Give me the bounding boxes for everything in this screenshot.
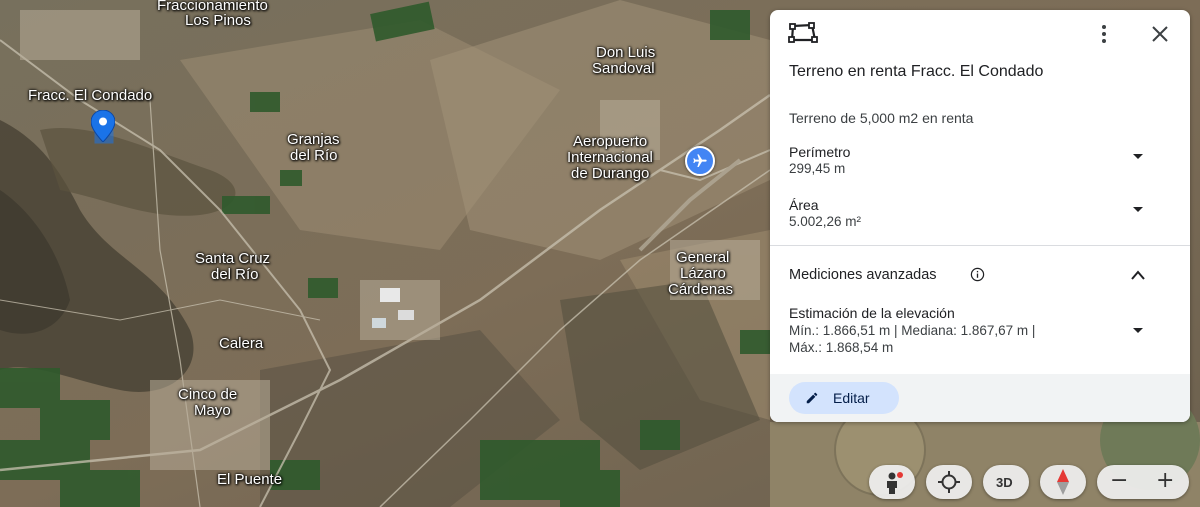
perimeter-label: Perímetro <box>789 144 851 160</box>
divider <box>770 245 1190 246</box>
map-label: Mayo <box>194 402 231 419</box>
map-label: Sandoval <box>592 60 655 77</box>
view-3d-label: 3D <box>996 475 1013 490</box>
airport-icon[interactable] <box>685 146 715 176</box>
area-label: Área <box>789 197 819 213</box>
map-label: del Río <box>211 266 259 283</box>
map-label: El Puente <box>217 471 283 488</box>
building <box>380 288 400 302</box>
elevation-block: Estimación de la elevación Mín.: 1.866,5… <box>789 305 1035 356</box>
panel-description: Terreno de 5,000 m2 en renta <box>789 110 974 126</box>
map-label: de Durango <box>571 165 650 182</box>
map-label: Los Pinos <box>185 12 251 29</box>
elevation-values: Mín.: 1.866,51 m | Mediana: 1.867,67 m | <box>789 323 1036 338</box>
zoom-in-button[interactable]: + <box>1143 465 1189 499</box>
panel-title: Terreno en renta Fracc. El Condado <box>789 63 1044 80</box>
more-vert-icon[interactable] <box>1092 22 1116 46</box>
my-location-button[interactable] <box>926 465 972 499</box>
close-icon[interactable] <box>1148 22 1172 46</box>
map-label: Aeropuerto <box>573 133 648 150</box>
polygon-icon <box>788 22 818 43</box>
map-label: Granjas <box>287 131 340 148</box>
chevron-down-icon[interactable] <box>1131 205 1145 215</box>
chevron-down-icon[interactable] <box>1131 152 1145 162</box>
edit-label: Editar <box>833 390 870 406</box>
map-label: Internacional <box>567 149 653 166</box>
compass-button[interactable] <box>1040 465 1086 499</box>
pegman-button[interactable] <box>869 465 915 499</box>
map-label: Cinco de <box>178 386 238 403</box>
edit-button[interactable]: Editar <box>789 382 899 414</box>
zoom-in-label: + <box>1156 468 1175 493</box>
zoom-out-button[interactable]: − <box>1097 465 1143 499</box>
zoom-out-label: − <box>1110 468 1129 493</box>
zoom-control: − + <box>1097 465 1189 499</box>
perimeter-row[interactable]: Perímetro 299,45 m <box>770 144 1190 180</box>
chevron-down-icon[interactable] <box>1131 326 1145 336</box>
building <box>372 318 386 328</box>
elevation-max: Máx.: 1.868,54 m <box>789 340 894 355</box>
map-label: del Río <box>290 147 338 164</box>
panel-footer: Editar <box>770 374 1190 422</box>
pegman-icon <box>887 472 903 494</box>
perimeter-value: 299,45 m <box>789 161 846 176</box>
map-label: Santa Cruz <box>195 250 271 267</box>
map-label: Lázaro <box>680 265 726 282</box>
locate-icon <box>938 471 960 493</box>
map-label: Don Luis <box>596 44 656 61</box>
map-label: General <box>676 249 730 266</box>
info-icon[interactable] <box>970 267 985 282</box>
location-pin-icon[interactable] <box>91 110 115 142</box>
chevron-up-icon[interactable] <box>1130 269 1146 281</box>
building <box>398 310 414 320</box>
pencil-icon <box>806 392 818 404</box>
elevation-label: Estimación de la elevación <box>789 305 955 321</box>
panel-header <box>770 10 1190 58</box>
advanced-measurements-label: Mediciones avanzadas <box>789 267 937 283</box>
view-3d-button[interactable]: 3D <box>983 465 1029 499</box>
map-label: Fracc. El Condado <box>28 87 153 104</box>
area-value: 5.002,26 m² <box>789 214 862 229</box>
map-label: Calera <box>219 335 264 352</box>
area-row[interactable]: Área 5.002,26 m² <box>770 197 1190 233</box>
compass-icon <box>1057 469 1069 495</box>
feature-panel: Terreno en renta Fracc. El Condado Terre… <box>770 10 1190 422</box>
map-label: Cárdenas <box>668 281 734 298</box>
